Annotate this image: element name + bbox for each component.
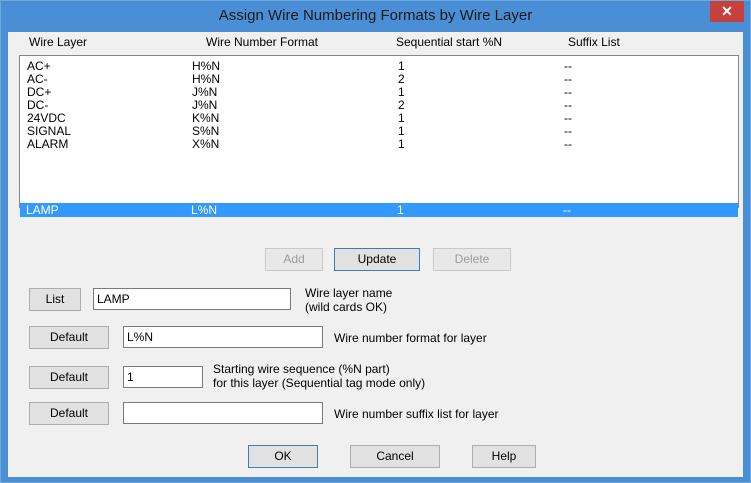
column-header-wire-layer: Wire Layer bbox=[29, 35, 88, 49]
ok-button[interactable]: OK bbox=[248, 445, 318, 468]
table-row[interactable]: DC- J%N 2 -- bbox=[21, 99, 737, 112]
delete-button[interactable]: Delete bbox=[433, 248, 511, 271]
cell-sequential-start: 1 bbox=[397, 203, 404, 217]
close-button[interactable]: ✕ bbox=[710, 1, 744, 22]
starting-sequence-hint: for this layer (Sequential tag mode only… bbox=[213, 376, 426, 390]
column-header-sequential-start: Sequential start %N bbox=[396, 35, 503, 49]
table-row[interactable]: AC+ H%N 1 -- bbox=[21, 60, 737, 73]
wire-layer-name-label: Wire layer name bbox=[305, 286, 393, 300]
default-suffix-button[interactable]: Default bbox=[29, 402, 109, 425]
column-header-wire-number-format: Wire Number Format bbox=[206, 35, 319, 49]
update-button[interactable]: Update bbox=[334, 248, 420, 271]
help-button[interactable]: Help bbox=[472, 445, 536, 468]
cell-suffix-list: -- bbox=[564, 137, 572, 151]
close-icon: ✕ bbox=[721, 3, 733, 19]
table-row[interactable]: 24VDC K%N 1 -- bbox=[21, 112, 737, 125]
list-button[interactable]: List bbox=[29, 288, 81, 311]
cell-sequential-start: 1 bbox=[398, 137, 405, 151]
cell-wire-layer: LAMP bbox=[26, 203, 59, 217]
wire-number-suffix-input[interactable] bbox=[123, 402, 323, 424]
default-format-button[interactable]: Default bbox=[29, 326, 109, 349]
wire-layer-name-input[interactable]: LAMP bbox=[93, 288, 291, 310]
cell-wire-number-format: L%N bbox=[191, 203, 218, 217]
wire-layer-name-hint: (wild cards OK) bbox=[305, 300, 388, 314]
cell-wire-number-format: X%N bbox=[192, 137, 220, 151]
wire-number-format-input[interactable]: L%N bbox=[123, 326, 323, 348]
default-sequence-button[interactable]: Default bbox=[29, 366, 109, 389]
table-row[interactable]: DC+ J%N 1 -- bbox=[21, 86, 737, 99]
dialog-title: Assign Wire Numbering Formats by Wire La… bbox=[218, 7, 533, 24]
starting-sequence-input[interactable]: 1 bbox=[123, 366, 203, 388]
table-row-selected-lamp[interactable]: LAMP L%N 1 -- bbox=[20, 203, 738, 217]
cancel-button[interactable]: Cancel bbox=[350, 445, 440, 468]
table-row[interactable]: SIGNAL S%N 1 -- bbox=[21, 125, 737, 138]
wire-layer-list[interactable]: AC+ H%N 1 -- AC- H%N 2 -- DC+ J%N 1 -- D… bbox=[19, 55, 739, 216]
table-row[interactable]: ALARM X%N 1 -- bbox=[21, 138, 737, 151]
cell-wire-layer: ALARM bbox=[27, 137, 69, 151]
title-bar[interactable]: Assign Wire Numbering Formats by Wire La… bbox=[1, 1, 750, 31]
table-row[interactable]: AC- H%N 2 -- bbox=[21, 73, 737, 86]
cell-suffix-list: -- bbox=[563, 203, 571, 217]
wire-number-format-label: Wire number format for layer bbox=[334, 331, 487, 345]
add-button[interactable]: Add bbox=[265, 248, 323, 271]
column-header-suffix-list: Suffix List bbox=[568, 35, 620, 49]
wire-number-suffix-label: Wire number suffix list for layer bbox=[334, 407, 499, 421]
starting-sequence-label: Starting wire sequence (%N part) bbox=[213, 362, 390, 376]
